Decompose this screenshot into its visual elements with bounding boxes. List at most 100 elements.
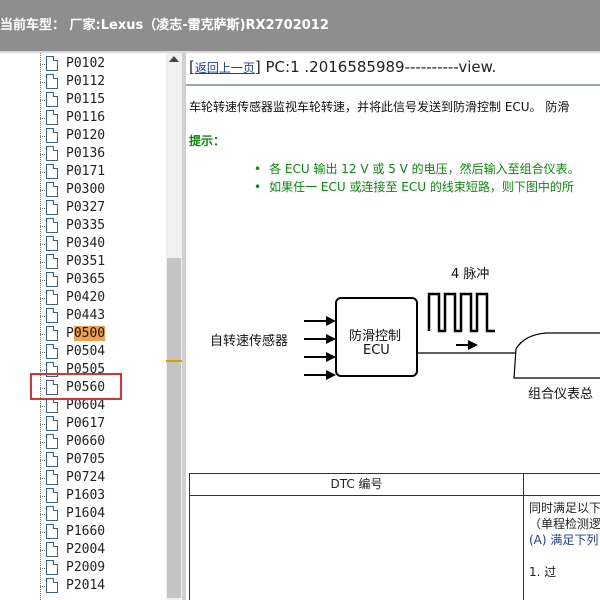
tree-item-label: P0504 [66,344,106,359]
hint-bullets: 各 ECU 输出 12 V 或 5 V 的电压，然后输入至组合仪表。 如果任一 … [254,160,580,196]
tree-item[interactable]: P2009 [0,559,166,577]
tree-item-label: P0171 [66,164,106,179]
document-icon [46,182,58,197]
tree-item-label: P0365 [66,272,106,287]
document-icon [46,398,58,413]
tree-item[interactable]: P0660 [0,433,166,451]
tree-item-label: P0351 [66,254,106,269]
tree-item[interactable]: P0504 [0,343,166,361]
tree-item[interactable]: P2014 [0,577,166,595]
dtc-tree[interactable]: P0102 P0112 P0115 P0116 P0120 P0136 P0171 P0300… [0,53,166,600]
signal-diagram: 4 脉冲 自转速传感器 防滑控制 ECU 组合仪表总 [186,253,600,413]
document-icon [46,74,58,89]
tree-item-label: P2009 [66,560,106,575]
tree-item-label: P1603 [66,488,106,503]
tree-item[interactable]: P0171 [0,163,166,181]
table-header-dtc: DTC 编号 [190,474,524,496]
meter-label: 组合仪表总 [528,387,594,402]
tree-item[interactable]: P0340 [0,235,166,253]
pulse-waveform [427,292,495,333]
document-icon [46,200,58,215]
document-icon [46,236,58,251]
tree-item[interactable]: P0115 [0,91,166,109]
table-header-condition [524,474,600,496]
tree-item-label: P0335 [66,218,106,233]
ecu-label-line2: ECU [363,343,390,358]
scroll-up-arrow-icon[interactable] [169,56,179,62]
ecu-label-line1: 防滑控制 [349,329,402,344]
tree-item-label: P0120 [66,128,106,143]
table-column-divider [523,495,524,600]
tree-item-label: P0115 [66,92,106,107]
tree-item-label: P0112 [66,74,106,89]
condition-line [529,548,600,564]
content-pane: [返回上一页] PC:1 .2016585989----------view. … [186,53,600,600]
tree-item[interactable]: P0705 [0,451,166,469]
tree-item[interactable]: P0365 [0,271,166,289]
document-icon [46,110,58,125]
back-link[interactable]: 返回上一页 [195,61,255,75]
tree-item-label: P1660 [66,524,106,539]
document-icon [46,326,58,341]
tree-item-label: P0660 [66,434,106,449]
tree-item[interactable]: P0116 [0,109,166,127]
tree-item[interactable]: P0351 [0,253,166,271]
tree-item[interactable]: P1660 [0,523,166,541]
tree-item-label: P0300 [66,182,106,197]
scroll-thumb[interactable] [167,258,181,598]
tree-item[interactable]: P1604 [0,505,166,523]
tree-item[interactable]: P2004 [0,541,166,559]
document-icon [46,308,58,323]
hint-bullet: 各 ECU 输出 12 V 或 5 V 的电压，然后输入至组合仪表。 [254,160,580,178]
condition-line: （单程检测逻 [529,517,600,531]
tree-item[interactable]: P0136 [0,145,166,163]
document-icon [46,524,58,539]
tree-scrollbar[interactable] [166,53,182,600]
document-icon [46,434,58,449]
document-icon [46,92,58,107]
title-bar: 当前车型： 厂家:Lexus（凌志-雷克萨斯)RX2702012 [0,0,600,51]
condition-line: 同时满足以下 [529,501,600,515]
tree-item[interactable]: P0724 [0,469,166,487]
description-text: 车轮转速传感器监视车轮转速，并将此信号发送到防滑控制 ECU。 防滑 [189,100,570,114]
tree-item[interactable]: P1603 [0,487,166,505]
document-icon [46,416,58,431]
pulse-label: 4 脉冲 [451,267,490,282]
tree-item[interactable]: P0300 [0,181,166,199]
document-icon [46,452,58,467]
tree-item[interactable]: P0102 [0,55,166,73]
document-icon [46,146,58,161]
tree-item-label: P0443 [66,308,106,323]
document-icon [46,56,58,71]
tree-item-label: P0420 [66,290,106,305]
document-icon [46,218,58,233]
tree-item[interactable]: P0327 [0,199,166,217]
tree-item-label: P0617 [66,416,106,431]
tree-item-label: P0136 [66,146,106,161]
content-header: [返回上一页] PC:1 .2016585989----------view. [189,58,497,76]
hint-label: 提示： [189,134,226,148]
tree-item-label: P0102 [66,56,106,71]
tree-item[interactable]: P0617 [0,415,166,433]
tree-item[interactable]: P0420 [0,289,166,307]
tree-item[interactable]: P0112 [0,73,166,91]
tree-item-label: P1604 [66,506,106,521]
tree-item-label-selected: P0500 [66,326,106,341]
header-rule [186,84,600,86]
tree-item-label: P0724 [66,470,106,485]
document-icon [46,128,58,143]
document-icon [46,470,58,485]
document-icon [46,578,58,593]
document-icon [46,164,58,179]
selection-highlight-box [30,373,122,400]
tree-item[interactable]: P0335 [0,217,166,235]
tree-item-label: P0327 [66,200,106,215]
tree-item[interactable]: P0500 [0,325,166,343]
condition-line: (A) 满足下列 [529,533,599,547]
tree-item[interactable]: P0443 [0,307,166,325]
tree-item-label: P0340 [66,236,106,251]
tree-item[interactable]: P0120 [0,127,166,145]
tree-item-label: P0116 [66,110,106,125]
tree-item-label: P0705 [66,452,106,467]
tree-item-label: P2004 [66,542,106,557]
